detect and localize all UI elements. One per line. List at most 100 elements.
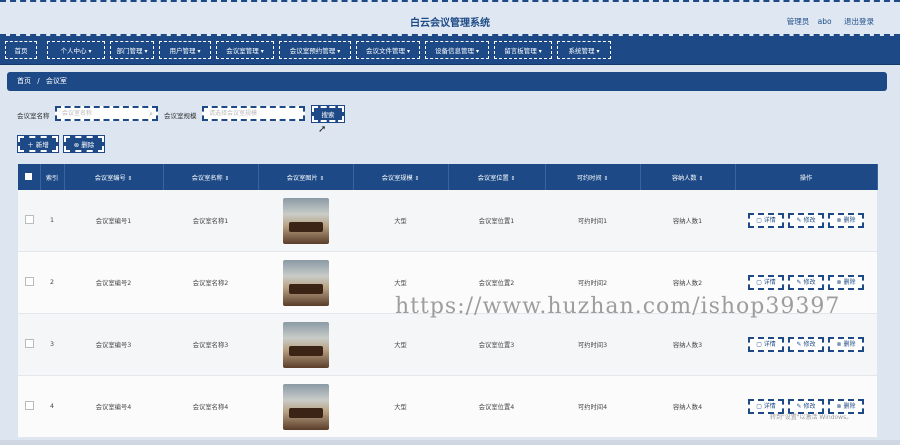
room-photo[interactable] [282, 197, 329, 244]
main-nav: 首页 个人中心 ▾ 部门管理 ▾ 用户管理 ▾ 会议室管理 ▾ 会议室预约管理 ▾ 会议文… [0, 36, 900, 65]
row-index: 3 [40, 313, 64, 376]
mouse-cursor-icon: ➚ [318, 124, 327, 135]
chevron-down-icon: ▾ [337, 48, 341, 55]
table-row: 1 会议室编号1 会议室名称1 大型 会议室位置1 可约时间1 容纳人数1 ▢ … [18, 190, 877, 252]
logout-link[interactable]: 退出登录 [844, 17, 874, 26]
sort-icon: ⇕ [414, 175, 420, 182]
row-scale: 大型 [353, 190, 448, 252]
row-capacity: 容纳人数3 [640, 313, 735, 376]
row-name: 会议室名称4 [163, 375, 258, 438]
detail-button[interactable]: ▢ 详情 [747, 337, 784, 352]
nav-rooms[interactable]: 会议室管理 ▾ [216, 41, 274, 59]
detail-button[interactable]: ▢ 详情 [747, 213, 784, 228]
row-checkbox[interactable] [18, 375, 40, 438]
row-location: 会议室位置3 [448, 313, 545, 376]
chevron-down-icon: ▾ [197, 48, 201, 55]
row-name: 会议室名称3 [163, 313, 258, 376]
sort-icon: ⇕ [127, 175, 133, 182]
row-scale: 大型 [353, 313, 448, 376]
table-row: 3 会议室编号3 会议室名称3 大型 会议室位置3 可约时间3 容纳人数3 ▢ … [18, 313, 877, 376]
room-photo[interactable] [282, 383, 329, 430]
search-button[interactable]: 搜索 [311, 105, 345, 123]
chevron-down-icon: ▾ [144, 48, 148, 55]
row-checkbox[interactable] [18, 313, 40, 376]
table-header-row: 索引 会议室编号 ⇕ 会议室名称 ⇕ 会议室图片 ⇕ 会议室规模 ⇕ 会议室位置 ⇕ 可约… [18, 164, 878, 190]
col-name[interactable]: 会议室名称 ⇕ [163, 164, 259, 190]
breadcrumb: 首页 / 会议室 [7, 72, 887, 91]
windows-activation-notice: 转到"设置"以激活 Windows。 [770, 414, 853, 421]
col-capacity[interactable]: 容纳人数 ⇕ [640, 164, 736, 190]
room-name-input[interactable]: 会议室名称 ⌕ [55, 106, 158, 121]
nav-home[interactable]: 首页 [5, 41, 37, 59]
col-time[interactable]: 可约时间 ⇕ [545, 164, 641, 190]
app-title: 白云会议管理系统 [410, 18, 490, 29]
table-row: 4 会议室编号4 会议室名称4 大型 会议室位置4 可约时间4 容纳人数4 ▢ … [18, 375, 877, 438]
row-time: 可约时间3 [545, 313, 640, 376]
col-code[interactable]: 会议室编号 ⇕ [64, 164, 164, 190]
row-delete-button[interactable]: ⊗ 删除 [828, 275, 865, 290]
next-row-peek [0, 440, 900, 445]
room-photo[interactable] [282, 259, 329, 306]
row-name: 会议室名称2 [163, 251, 258, 314]
detail-button[interactable]: ▢ 详情 [747, 275, 784, 290]
row-delete-button[interactable]: ⊗ 删除 [828, 337, 865, 352]
nav-department[interactable]: 部门管理 ▾ [110, 41, 154, 59]
nav-messages[interactable]: 留言板管理 ▾ [494, 41, 552, 59]
nav-system[interactable]: 系统管理 ▾ [557, 41, 611, 59]
nav-profile[interactable]: 个人中心 ▾ [47, 41, 105, 59]
search-icon: ⌕ [149, 110, 153, 118]
row-location: 会议室位置4 [448, 375, 545, 438]
col-image[interactable]: 会议室图片 ⇕ [258, 164, 354, 190]
delete-button[interactable]: ⊗ 删除 [63, 135, 105, 153]
row-checkbox[interactable] [18, 190, 40, 252]
row-time: 可约时间4 [545, 375, 640, 438]
row-code: 会议室编号3 [64, 313, 163, 376]
col-ops: 操作 [735, 164, 878, 190]
room-scale-select[interactable]: 请选择会议室规模 [202, 106, 305, 121]
chevron-down-icon: ▾ [596, 48, 600, 55]
chevron-down-icon: ▾ [406, 48, 410, 55]
row-checkbox[interactable] [18, 251, 40, 314]
nav-users[interactable]: 用户管理 ▾ [159, 41, 211, 59]
add-button[interactable]: ＋ 新增 [17, 135, 59, 153]
edit-button[interactable]: ✎ 修改 [788, 275, 824, 290]
row-time: 可约时间1 [545, 190, 640, 252]
col-index: 索引 [40, 164, 65, 190]
site-watermark: https://www.huzhan.com/ishop39397 [395, 294, 841, 319]
select-all-checkbox[interactable] [18, 164, 41, 190]
col-location[interactable]: 会议室位置 ⇕ [448, 164, 546, 190]
breadcrumb-separator: / [37, 77, 40, 85]
row-delete-button[interactable]: ⊗ 删除 [828, 213, 865, 228]
row-code: 会议室编号4 [64, 375, 163, 438]
row-index: 4 [40, 375, 64, 438]
row-capacity: 容纳人数4 [640, 375, 735, 438]
nav-devices[interactable]: 设备信息管理 ▾ [425, 41, 489, 59]
edit-button[interactable]: ✎ 修改 [788, 213, 824, 228]
top-header: 白云会议管理系统 管理员 abo 退出登录 [0, 0, 900, 36]
nav-files[interactable]: 会议文件管理 ▾ [356, 41, 420, 59]
row-name: 会议室名称1 [163, 190, 258, 252]
chevron-down-icon: ▾ [475, 48, 479, 55]
room-photo[interactable] [282, 321, 329, 368]
breadcrumb-home[interactable]: 首页 [17, 77, 31, 85]
room-scale-label: 会议室规模 [164, 112, 197, 120]
chevron-down-icon: ▾ [88, 48, 92, 55]
sort-icon: ⇕ [603, 175, 609, 182]
row-capacity: 容纳人数1 [640, 190, 735, 252]
breadcrumb-current: 会议室 [45, 77, 67, 85]
row-scale: 大型 [353, 375, 448, 438]
chevron-down-icon: ▾ [538, 48, 542, 55]
user-role: 管理员 [786, 17, 810, 26]
row-index: 2 [40, 251, 64, 314]
sort-icon: ⇕ [224, 175, 230, 182]
user-area: 管理员 abo 退出登录 [781, 16, 874, 27]
nav-reservations[interactable]: 会议室预约管理 ▾ [279, 41, 351, 59]
edit-button[interactable]: ✎ 修改 [788, 337, 824, 352]
col-scale[interactable]: 会议室规模 ⇕ [353, 164, 449, 190]
row-code: 会议室编号2 [64, 251, 163, 314]
room-name-label: 会议室名称 [17, 112, 50, 120]
row-code: 会议室编号1 [64, 190, 163, 252]
sort-icon: ⇕ [510, 175, 516, 182]
row-location: 会议室位置1 [448, 190, 545, 252]
sort-icon: ⇕ [319, 175, 325, 182]
